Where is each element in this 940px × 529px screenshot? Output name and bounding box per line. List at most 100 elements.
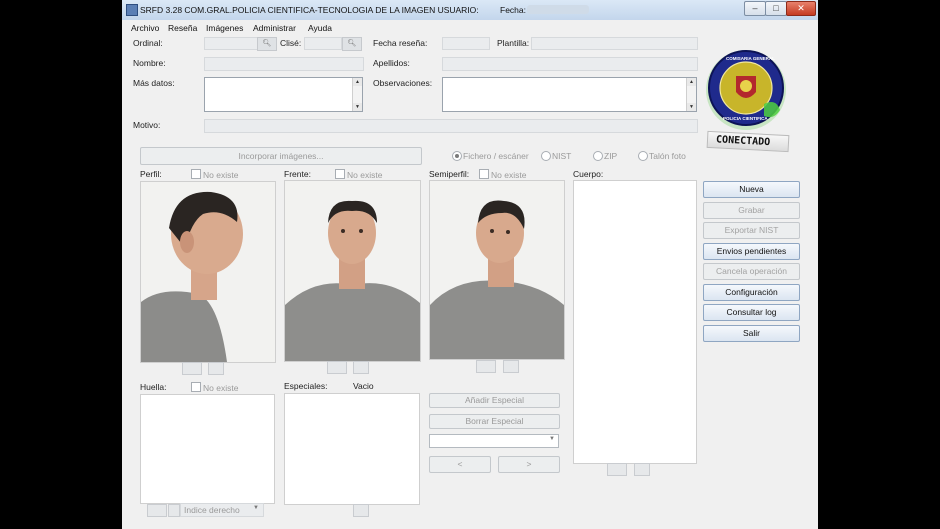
frente-next-button[interactable] bbox=[353, 361, 369, 374]
apellidos-label: Apellidos: bbox=[373, 58, 410, 68]
frente-photo[interactable] bbox=[284, 180, 421, 362]
perfil-next-button[interactable] bbox=[208, 362, 224, 375]
borrar-especial-button[interactable]: Borrar Especial bbox=[429, 414, 560, 429]
semiperfil-next-button[interactable] bbox=[503, 360, 519, 373]
huella-prev-button[interactable] bbox=[147, 504, 167, 517]
configuracion-button[interactable]: Configuración bbox=[703, 284, 800, 301]
chevron-down-icon: ▼ bbox=[253, 505, 259, 511]
radio-talon-label: Talón foto bbox=[649, 151, 686, 161]
ordinal-label: Ordinal: bbox=[133, 38, 163, 48]
main-window: SRFD 3.28 COM.GRAL.POLICIA CIENTIFICA-TE… bbox=[122, 0, 818, 529]
perfil-photo[interactable] bbox=[140, 181, 276, 363]
nombre-label: Nombre: bbox=[133, 58, 166, 68]
motivo-field[interactable] bbox=[204, 119, 698, 133]
radio-zip-label: ZIP bbox=[604, 151, 618, 161]
huella-no-existe-checkbox[interactable] bbox=[191, 382, 201, 392]
huella-no-existe-label: No existe bbox=[203, 383, 239, 393]
connection-status-badge: CONECTADO bbox=[706, 130, 790, 153]
mas-datos-scrollbar[interactable]: ▲ ▼ bbox=[352, 78, 362, 111]
huella-next-button[interactable] bbox=[168, 504, 180, 517]
especiales-panel[interactable] bbox=[284, 393, 420, 505]
salir-button[interactable]: Salir bbox=[703, 325, 800, 342]
plantilla-label: Plantilla: bbox=[497, 38, 530, 48]
cuerpo-prev-button[interactable] bbox=[607, 463, 627, 476]
clise-search-icon[interactable]: 🔍︎ bbox=[342, 37, 362, 51]
minimize-button[interactable]: – bbox=[744, 1, 766, 16]
nombre-field[interactable] bbox=[204, 57, 364, 71]
menu-resena[interactable]: Reseña bbox=[168, 23, 197, 33]
observaciones-scrollbar[interactable]: ▲ ▼ bbox=[686, 78, 696, 111]
semiperfil-prev-button[interactable] bbox=[476, 360, 496, 373]
perfil-label: Perfil: bbox=[140, 169, 162, 179]
semiprofile-portrait-image bbox=[430, 200, 564, 359]
ordinal-field[interactable] bbox=[204, 37, 258, 50]
menu-administrar[interactable]: Administrar bbox=[253, 23, 296, 33]
radio-fichero-escaner[interactable] bbox=[452, 151, 462, 161]
anadir-especial-button[interactable]: Añadir Especial bbox=[429, 393, 560, 408]
especiales-label: Especiales: bbox=[284, 381, 328, 391]
incorporar-imagenes-button[interactable]: Incorporar imágenes... bbox=[140, 147, 422, 165]
scroll-down-icon[interactable]: ▼ bbox=[687, 103, 696, 111]
motivo-label: Motivo: bbox=[133, 120, 161, 130]
menu-imagenes[interactable]: Imágenes bbox=[206, 23, 243, 33]
fecha-resena-field[interactable] bbox=[442, 37, 490, 50]
clise-field[interactable] bbox=[304, 37, 342, 50]
connection-status-text: CONECTADO bbox=[715, 134, 771, 149]
perfil-no-existe-checkbox[interactable] bbox=[191, 169, 201, 179]
profile-portrait-image bbox=[141, 191, 243, 362]
perfil-no-existe-label: No existe bbox=[203, 170, 239, 180]
fecha-resena-label: Fecha reseña: bbox=[373, 38, 428, 48]
app-icon bbox=[126, 4, 138, 16]
cuerpo-panel[interactable] bbox=[573, 180, 697, 464]
envios-pendientes-button[interactable]: Envios pendientes bbox=[703, 243, 800, 260]
clise-label: Clisé: bbox=[280, 38, 302, 48]
cancela-operacion-button[interactable]: Cancela operación bbox=[703, 263, 800, 280]
scroll-down-icon[interactable]: ▼ bbox=[353, 103, 362, 111]
date-label: Fecha: bbox=[500, 5, 526, 15]
radio-nist-label: NIST bbox=[552, 151, 572, 161]
exportar-nist-button[interactable]: Exportar NIST bbox=[703, 222, 800, 239]
window-title: SRFD 3.28 COM.GRAL.POLICIA CIENTIFICA-TE… bbox=[140, 5, 479, 15]
date-value-blur bbox=[527, 5, 589, 14]
mas-datos-label: Más datos: bbox=[133, 78, 175, 88]
apellidos-field[interactable] bbox=[442, 57, 698, 71]
plantilla-field[interactable] bbox=[531, 37, 698, 50]
chevron-down-icon: ▼ bbox=[549, 436, 555, 442]
especial-prev-button[interactable]: < bbox=[429, 456, 491, 473]
radio-talon-foto[interactable] bbox=[638, 151, 648, 161]
frente-prev-button[interactable] bbox=[327, 361, 347, 374]
mas-datos-textarea[interactable]: ▲ ▼ bbox=[204, 77, 363, 112]
grabar-button[interactable]: Grabar bbox=[703, 202, 800, 219]
consultar-log-button[interactable]: Consultar log bbox=[703, 304, 800, 321]
scroll-up-icon[interactable]: ▲ bbox=[353, 78, 362, 86]
scroll-up-icon[interactable]: ▲ bbox=[687, 78, 696, 86]
especial-select[interactable]: ▼ bbox=[429, 434, 559, 448]
logo-top-text: COMISARIA GENERAL bbox=[726, 56, 775, 61]
frente-label: Frente: bbox=[284, 169, 311, 179]
cuerpo-label: Cuerpo: bbox=[573, 169, 604, 179]
nueva-button[interactable]: Nueva bbox=[703, 181, 800, 198]
semiperfil-photo[interactable] bbox=[429, 180, 565, 360]
maximize-button[interactable]: □ bbox=[765, 1, 787, 16]
semiperfil-no-existe-checkbox[interactable] bbox=[479, 169, 489, 179]
finger-select[interactable]: Indice derecho ▼ bbox=[180, 503, 264, 517]
radio-zip[interactable] bbox=[593, 151, 603, 161]
huella-panel[interactable] bbox=[140, 394, 275, 504]
front-portrait-image bbox=[285, 200, 420, 361]
menu-archivo[interactable]: Archivo bbox=[131, 23, 159, 33]
radio-fichero-label: Fichero / escáner bbox=[463, 151, 529, 161]
especial-next-button[interactable]: > bbox=[498, 456, 560, 473]
observaciones-textarea[interactable]: ▲ ▼ bbox=[442, 77, 697, 112]
menu-ayuda[interactable]: Ayuda bbox=[308, 23, 332, 33]
radio-nist[interactable] bbox=[541, 151, 551, 161]
semiperfil-label: Semiperfil: bbox=[429, 169, 470, 179]
ordinal-search-icon[interactable]: 🔍︎ bbox=[257, 37, 277, 51]
frente-no-existe-checkbox[interactable] bbox=[335, 169, 345, 179]
perfil-prev-button[interactable] bbox=[182, 362, 202, 375]
cuerpo-next-button[interactable] bbox=[634, 463, 650, 476]
semiperfil-no-existe-label: No existe bbox=[491, 170, 527, 180]
close-button[interactable]: ✕ bbox=[786, 1, 816, 16]
logo-bottom-text: POLICIA CIENTIFICA bbox=[723, 116, 768, 121]
especiales-nav-button[interactable] bbox=[353, 504, 369, 517]
vacio-label: Vacio bbox=[353, 381, 374, 391]
